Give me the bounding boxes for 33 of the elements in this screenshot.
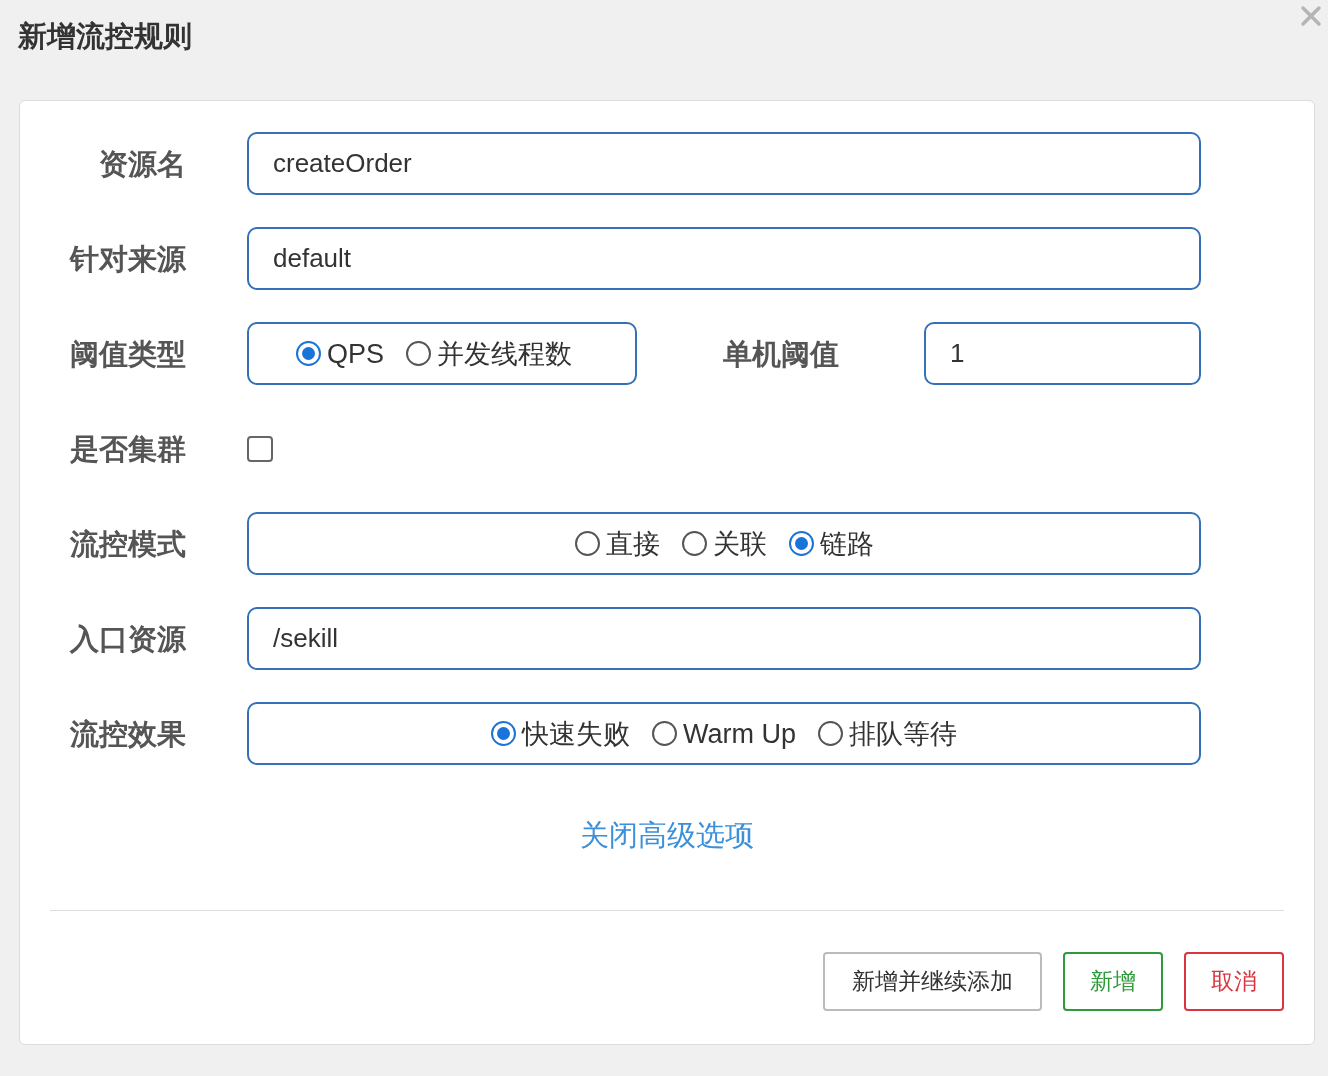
radio-button[interactable] bbox=[818, 721, 843, 746]
input-field[interactable]: default bbox=[247, 227, 1201, 290]
field-label: 是否集群 bbox=[70, 431, 186, 467]
radio-button[interactable] bbox=[788, 531, 814, 556]
field-label: 流控模式 bbox=[70, 526, 186, 562]
radio-button[interactable] bbox=[296, 341, 321, 366]
radio-label[interactable]: Warm Up bbox=[683, 715, 796, 752]
radio-label[interactable]: 并发线程数 bbox=[437, 335, 573, 372]
dialog-title: 新增流控规则 bbox=[18, 19, 192, 54]
field-label: 阈值类型 bbox=[70, 336, 186, 372]
dialog-button[interactable]: 新增 bbox=[1063, 952, 1163, 1011]
radio-button[interactable] bbox=[652, 721, 677, 746]
radio-label[interactable]: 关联 bbox=[712, 525, 767, 562]
radio-button[interactable] bbox=[491, 721, 516, 746]
dialog-button[interactable]: 新增并继续添加 bbox=[823, 952, 1042, 1011]
field-label: 入口资源 bbox=[70, 621, 186, 657]
radio-label[interactable]: 排队等待 bbox=[849, 715, 957, 752]
radio-button[interactable] bbox=[406, 341, 432, 366]
field-label: 资源名 bbox=[99, 146, 186, 182]
input-field[interactable]: createOrder bbox=[247, 132, 1201, 195]
checkbox[interactable] bbox=[247, 435, 273, 462]
input-field[interactable]: /sekill bbox=[247, 607, 1201, 670]
radio-label[interactable]: 链路 bbox=[819, 525, 874, 562]
radio-button[interactable] bbox=[574, 531, 600, 556]
field-label: 针对来源 bbox=[70, 241, 186, 277]
input-field[interactable]: 1 bbox=[924, 322, 1201, 385]
field-label: 单机阈值 bbox=[722, 336, 839, 372]
radio-label[interactable]: 快速失败 bbox=[522, 715, 630, 752]
radio-label[interactable]: 直接 bbox=[605, 525, 660, 562]
radio-button[interactable] bbox=[681, 531, 707, 556]
dialog-button[interactable]: 取消 bbox=[1184, 952, 1284, 1011]
field-label: 流控效果 bbox=[70, 716, 186, 752]
radio-label[interactable]: QPS bbox=[327, 335, 385, 372]
